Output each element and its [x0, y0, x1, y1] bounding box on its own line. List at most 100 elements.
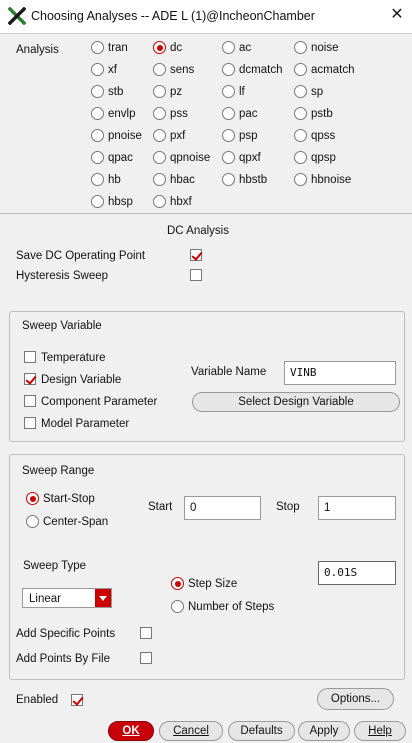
- x-logo-icon: [8, 7, 26, 25]
- start-input[interactable]: 0: [184, 496, 261, 520]
- sweep-type-label: Sweep Type: [23, 560, 87, 572]
- center-span-radio[interactable]: [26, 515, 39, 528]
- stop-label: Stop: [276, 501, 300, 513]
- enabled-label: Enabled: [16, 694, 59, 706]
- ok-button[interactable]: OK: [108, 721, 154, 741]
- analysis-label-sp: sp: [311, 86, 324, 98]
- analysis-label-qpnoise: qpnoise: [170, 152, 211, 164]
- options-button[interactable]: Options...: [317, 688, 394, 710]
- analysis-radio-pac[interactable]: [222, 107, 235, 120]
- analysis-radio-dcmatch[interactable]: [222, 63, 235, 76]
- number-of-steps-radio[interactable]: [171, 600, 184, 613]
- design-variable-label: Design Variable: [41, 374, 122, 386]
- analysis-radio-acmatch[interactable]: [294, 63, 307, 76]
- analysis-label-qpac: qpac: [108, 152, 133, 164]
- separator: [0, 213, 412, 214]
- analysis-radio-pxf[interactable]: [153, 129, 166, 142]
- add-points-by-file-label: Add Points By File: [16, 653, 110, 665]
- dc-analysis-heading: DC Analysis: [167, 225, 229, 237]
- analysis-label-noise: noise: [311, 42, 339, 54]
- step-size-radio[interactable]: [171, 577, 184, 590]
- analysis-radio-sens[interactable]: [153, 63, 166, 76]
- analysis-label-hbnoise: hbnoise: [311, 174, 352, 186]
- stop-input[interactable]: 1: [318, 496, 396, 520]
- add-specific-points-label: Add Specific Points: [16, 628, 116, 640]
- analysis-radio-qpss[interactable]: [294, 129, 307, 142]
- help-button[interactable]: Help: [354, 721, 406, 741]
- start-stop-label: Start-Stop: [43, 493, 95, 505]
- analysis-radio-pnoise[interactable]: [91, 129, 104, 142]
- analysis-radio-noise[interactable]: [294, 41, 307, 54]
- analysis-radio-sp[interactable]: [294, 85, 307, 98]
- analysis-radio-hbstb[interactable]: [222, 173, 235, 186]
- add-specific-points-checkbox[interactable]: [140, 627, 152, 639]
- sweep-type-select[interactable]: Linear: [22, 588, 112, 608]
- close-icon[interactable]: ✕: [389, 7, 405, 23]
- component-parameter-label: Component Parameter: [41, 396, 158, 408]
- save-dc-op-checkbox[interactable]: [190, 249, 202, 261]
- sweep-type-value: Linear: [29, 593, 61, 605]
- variable-name-input[interactable]: VINB: [284, 361, 396, 385]
- analysis-label-hbsp: hbsp: [108, 196, 133, 208]
- start-stop-radio[interactable]: [26, 492, 39, 505]
- analysis-radio-hbnoise[interactable]: [294, 173, 307, 186]
- temperature-label: Temperature: [41, 352, 106, 364]
- hysteresis-sweep-label: Hysteresis Sweep: [16, 270, 109, 282]
- analysis-radio-stb[interactable]: [91, 85, 104, 98]
- analysis-label-dcmatch: dcmatch: [239, 64, 283, 76]
- analysis-label: Analysis: [16, 44, 59, 56]
- select-design-variable-button[interactable]: Select Design Variable: [192, 392, 400, 412]
- analysis-label-stb: stb: [108, 86, 124, 98]
- analysis-radio-lf[interactable]: [222, 85, 235, 98]
- component-parameter-checkbox[interactable]: [24, 395, 36, 407]
- analysis-label-pxf: pxf: [170, 130, 186, 142]
- start-label: Start: [148, 501, 173, 513]
- add-points-by-file-checkbox[interactable]: [140, 652, 152, 664]
- analysis-radio-pss[interactable]: [153, 107, 166, 120]
- temperature-checkbox[interactable]: [24, 351, 36, 363]
- analysis-label-envlp: envlp: [108, 108, 136, 120]
- model-parameter-checkbox[interactable]: [24, 417, 36, 429]
- analysis-radio-hbsp[interactable]: [91, 195, 104, 208]
- hysteresis-sweep-checkbox[interactable]: [190, 269, 202, 281]
- analysis-label-qpsp: qpsp: [311, 152, 336, 164]
- analysis-radio-envlp[interactable]: [91, 107, 104, 120]
- analysis-label-hbstb: hbstb: [239, 174, 268, 186]
- analysis-label-tran: tran: [108, 42, 128, 54]
- sweep-range-title: Sweep Range: [22, 465, 95, 477]
- analysis-label-hbac: hbac: [170, 174, 195, 186]
- analysis-radio-qpsp[interactable]: [294, 151, 307, 164]
- number-of-steps-label: Number of Steps: [188, 601, 275, 613]
- analysis-radio-pstb[interactable]: [294, 107, 307, 120]
- step-value-input[interactable]: 0.01S: [318, 561, 396, 585]
- defaults-button[interactable]: Defaults: [228, 721, 295, 741]
- analysis-label-dc: dc: [170, 42, 183, 54]
- analysis-label-pz: pz: [170, 86, 183, 98]
- analysis-radio-qpnoise[interactable]: [153, 151, 166, 164]
- cancel-button[interactable]: Cancel: [159, 721, 223, 741]
- analysis-radio-tran[interactable]: [91, 41, 104, 54]
- sweep-variable-title: Sweep Variable: [22, 320, 102, 332]
- analysis-label-hb: hb: [108, 174, 121, 186]
- analysis-label-xf: xf: [108, 64, 117, 76]
- variable-name-label: Variable Name: [191, 366, 267, 378]
- design-variable-checkbox[interactable]: [24, 373, 36, 385]
- save-dc-op-label: Save DC Operating Point: [16, 250, 146, 262]
- analysis-label-sens: sens: [170, 64, 195, 76]
- model-parameter-label: Model Parameter: [41, 418, 130, 430]
- center-span-label: Center-Span: [43, 516, 109, 528]
- apply-button[interactable]: Apply: [298, 721, 350, 741]
- analysis-label-qpss: qpss: [311, 130, 336, 142]
- analysis-radio-ac[interactable]: [222, 41, 235, 54]
- analysis-radio-qpac[interactable]: [91, 151, 104, 164]
- analysis-radio-qpxf[interactable]: [222, 151, 235, 164]
- analysis-radio-xf[interactable]: [91, 63, 104, 76]
- analysis-radio-hbxf[interactable]: [153, 195, 166, 208]
- enabled-checkbox[interactable]: [71, 694, 83, 706]
- analysis-radio-hbac[interactable]: [153, 173, 166, 186]
- analysis-radio-hb[interactable]: [91, 173, 104, 186]
- analysis-radio-dc[interactable]: [153, 41, 166, 54]
- analysis-radio-pz[interactable]: [153, 85, 166, 98]
- analysis-radio-psp[interactable]: [222, 129, 235, 142]
- analysis-label-pac: pac: [239, 108, 258, 120]
